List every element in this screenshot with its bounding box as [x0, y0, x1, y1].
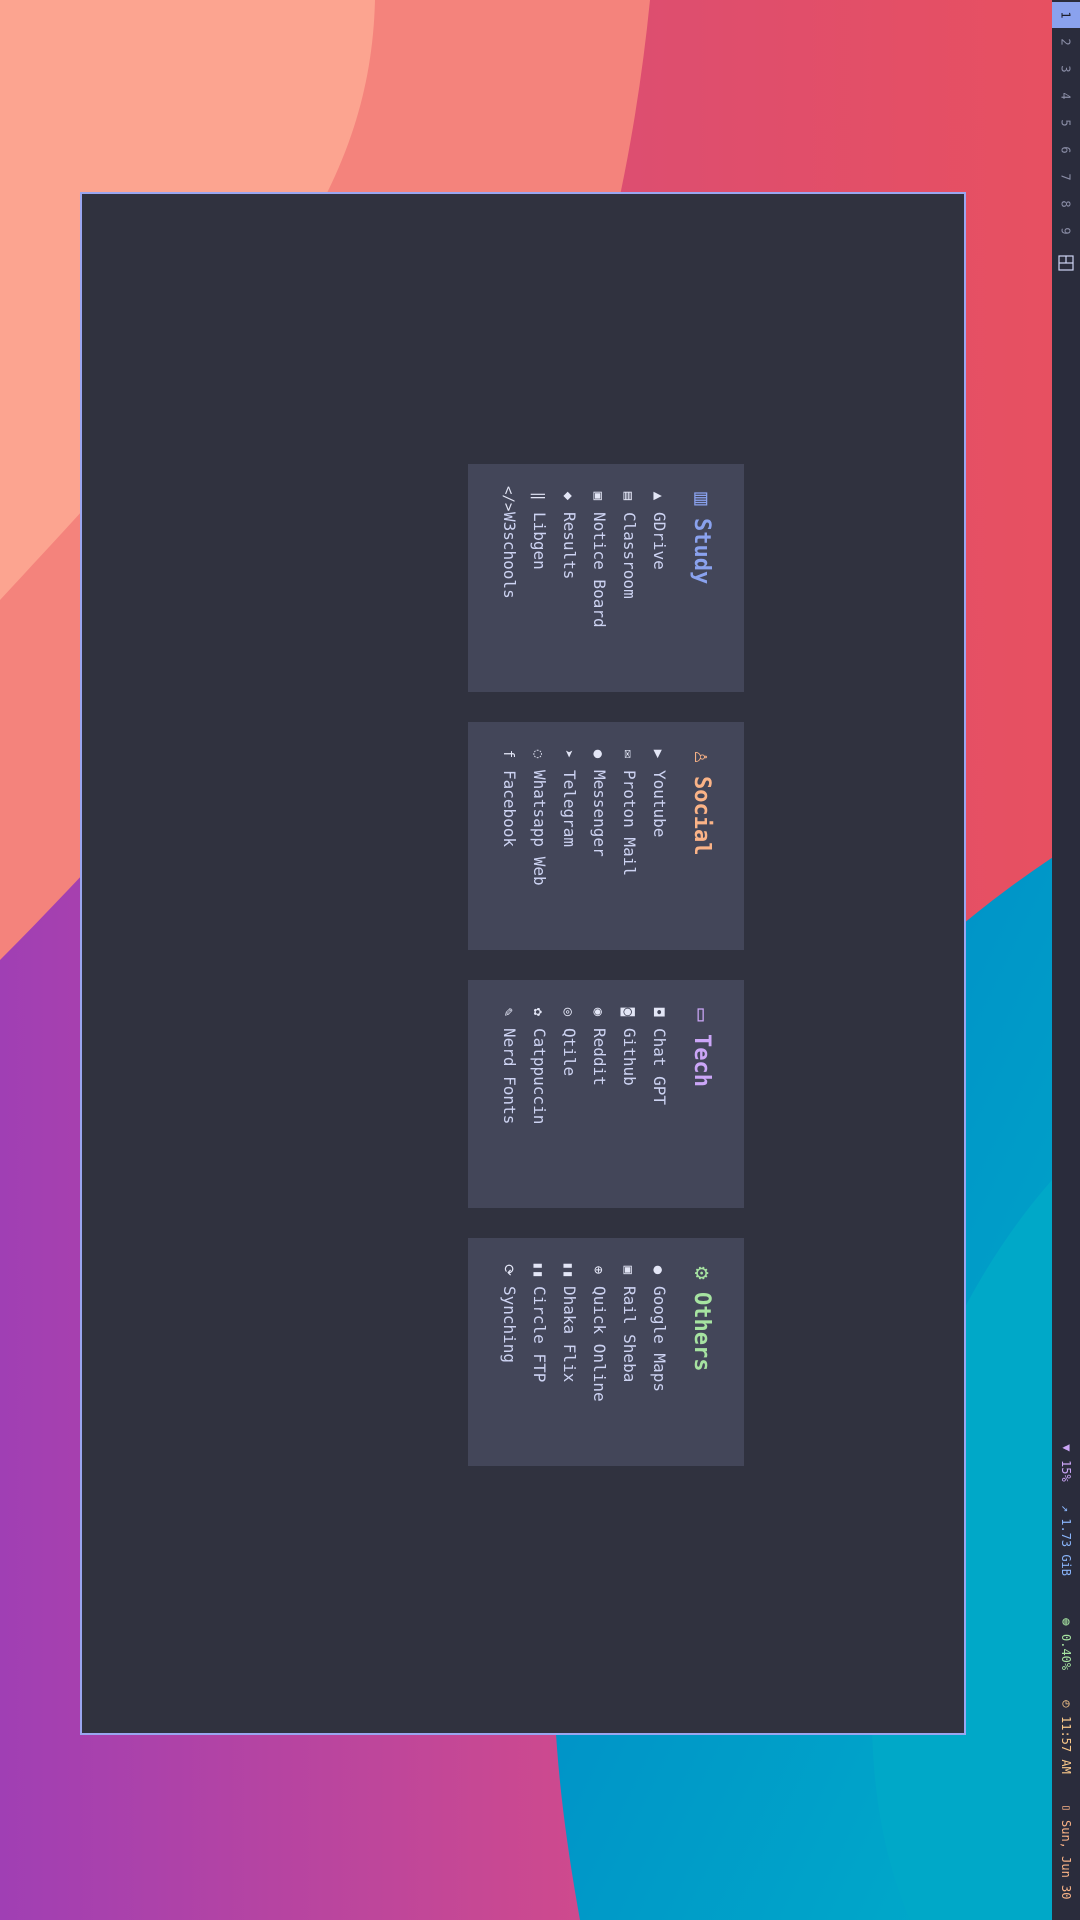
link-whatsapp-web[interactable]: ◌Whatsapp Web	[524, 744, 554, 950]
mail-icon: ✉	[620, 749, 636, 759]
palette-icon: ✿	[530, 1007, 546, 1017]
link-results[interactable]: ◆Results	[554, 486, 584, 692]
sync-icon: ⟳	[500, 1264, 516, 1276]
cpu-widget: ◍ 0.40%	[1056, 1614, 1076, 1670]
whatsapp-icon: ◌	[530, 749, 546, 759]
cpu-value: 0.40%	[1059, 1634, 1073, 1671]
reddit-icon: ◉	[590, 1007, 606, 1017]
date-value: Sun, Jun 30	[1059, 1820, 1073, 1900]
section-title-others: ⚙Others	[674, 1260, 718, 1466]
clock-icon: ◷	[1059, 1696, 1073, 1710]
memory-value: 1.73 GiB	[1059, 1518, 1073, 1577]
workspace-6[interactable]: 6	[1052, 137, 1080, 163]
link-synching[interactable]: ⟳Synching	[494, 1260, 524, 1466]
gear-icon: ⚙	[689, 1266, 714, 1280]
workspace-7[interactable]: 7	[1052, 164, 1080, 190]
qtile-icon: ◎	[560, 1007, 576, 1017]
workspace-8[interactable]: 8	[1052, 191, 1080, 217]
book-icon: ▥	[689, 492, 714, 506]
volume-icon: ◀	[1059, 1440, 1073, 1454]
workspace-1[interactable]: 1	[1052, 2, 1080, 28]
link-gdrive[interactable]: ▲GDrive	[644, 486, 674, 692]
link-libgen[interactable]: ‖Libgen	[524, 486, 554, 692]
link-youtube[interactable]: ▶Youtube	[644, 744, 674, 950]
link-google-maps[interactable]: ●Google Maps	[644, 1260, 674, 1466]
link-proton-mail[interactable]: ✉Proton Mail	[614, 744, 644, 950]
section-title-social: ♙Social	[674, 744, 718, 950]
section-study: ▥Study ▲GDrive ▤Classroom ▣Notice Board …	[468, 464, 744, 692]
link-facebook[interactable]: fFacebook	[494, 744, 524, 950]
people-icon: ♙	[689, 750, 714, 764]
robot-icon: ◘	[650, 1007, 666, 1017]
workspace-2[interactable]: 2	[1052, 29, 1080, 55]
graduation-cap-icon: ◆	[560, 491, 576, 501]
globe-icon: ⊕	[590, 1265, 606, 1275]
workspace-3[interactable]: 3	[1052, 56, 1080, 82]
section-title-tech: ▭Tech	[674, 1002, 718, 1208]
gdrive-icon: ▲	[650, 491, 666, 501]
link-dhaka-flix[interactable]: ▮▮Dhaka Flix	[554, 1260, 584, 1466]
section-social: ♙Social ▶Youtube ✉Proton Mail ●Messenger…	[468, 722, 744, 950]
section-others: ⚙Others ●Google Maps ▣Rail Sheba ⊕Quick …	[468, 1238, 744, 1466]
memory-icon: ↗	[1059, 1505, 1073, 1513]
calendar-icon: ▭	[1059, 1800, 1073, 1814]
code-icon: </>	[500, 486, 516, 512]
telegram-icon: ➤	[560, 749, 576, 759]
library-icon: ‖	[530, 491, 546, 501]
link-telegram[interactable]: ➤Telegram	[554, 744, 584, 950]
film-icon: ▮▮	[560, 1261, 576, 1279]
memory-widget: ↗ 1.73 GiB	[1056, 1505, 1076, 1576]
link-messenger[interactable]: ●Messenger	[584, 744, 614, 950]
link-chat-gpt[interactable]: ◘Chat GPT	[644, 1002, 674, 1208]
workspace-4[interactable]: 4	[1052, 83, 1080, 109]
messenger-icon: ●	[590, 749, 606, 759]
link-nerd-fonts[interactable]: ✎Nerd Fonts	[494, 1002, 524, 1208]
nerd-fonts-icon: ✎	[500, 1007, 516, 1017]
workspace-5[interactable]: 5	[1052, 110, 1080, 136]
map-pin-icon: ●	[650, 1265, 666, 1275]
link-qtile[interactable]: ◎Qtile	[554, 1002, 584, 1208]
volume-widget[interactable]: ◀ 15%	[1056, 1440, 1076, 1482]
cpu-icon: ◍	[1059, 1614, 1073, 1628]
clock-value: 11:57 AM	[1059, 1716, 1073, 1774]
classroom-icon: ▤	[620, 491, 636, 501]
link-reddit[interactable]: ◉Reddit	[584, 1002, 614, 1208]
facebook-icon: f	[500, 749, 516, 759]
link-rail-sheba[interactable]: ▣Rail Sheba	[614, 1260, 644, 1466]
github-icon: ◙	[620, 1007, 636, 1017]
section-tech: ▭Tech ◘Chat GPT ◙Github ◉Reddit ◎Qtile ✿…	[468, 980, 744, 1208]
link-circle-ftp[interactable]: ▮▮Circle FTP	[524, 1260, 554, 1466]
link-w3schools[interactable]: </>W3schools	[494, 486, 524, 692]
link-quick-online[interactable]: ⊕Quick Online	[584, 1260, 614, 1466]
link-notice-board[interactable]: ▣Notice Board	[584, 486, 614, 692]
section-title-study: ▥Study	[674, 486, 718, 692]
link-catppuccin[interactable]: ✿Catppuccin	[524, 1002, 554, 1208]
clock-widget: ◷ 11:57 AM	[1056, 1696, 1076, 1774]
date-widget: ▭ Sun, Jun 30	[1056, 1800, 1076, 1899]
notice-board-icon: ▣	[590, 491, 606, 501]
youtube-icon: ▶	[650, 749, 666, 759]
link-github[interactable]: ◙Github	[614, 1002, 644, 1208]
volume-value: 15%	[1059, 1460, 1073, 1482]
startpage-window: ▥Study ▲GDrive ▤Classroom ▣Notice Board …	[80, 192, 966, 1735]
workspace-9[interactable]: 9	[1052, 218, 1080, 244]
train-icon: ▣	[620, 1265, 636, 1275]
film-icon: ▮▮	[530, 1261, 546, 1279]
laptop-icon: ▭	[689, 1008, 714, 1022]
link-classroom[interactable]: ▤Classroom	[614, 486, 644, 692]
layout-icon[interactable]	[1058, 255, 1074, 271]
